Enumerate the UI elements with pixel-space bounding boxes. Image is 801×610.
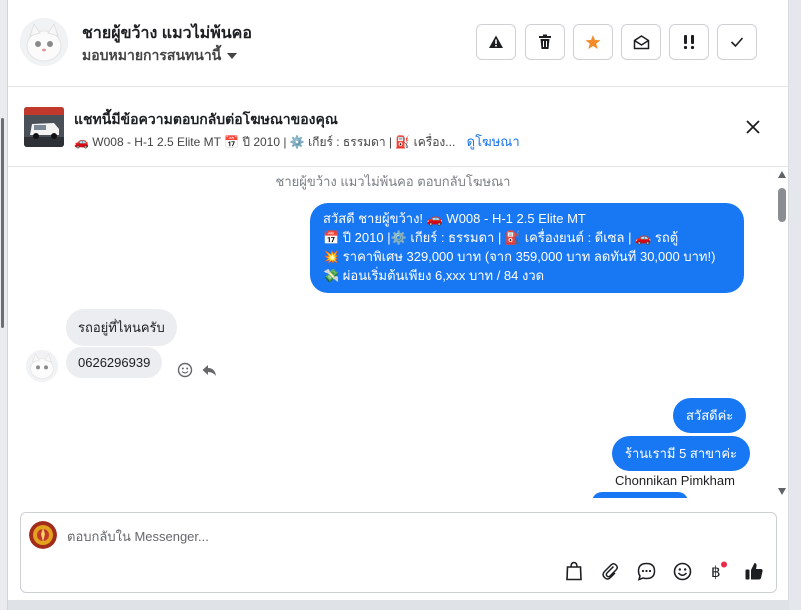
warning-button[interactable] [476,24,516,60]
warning-icon [489,35,503,48]
chat-scrollbar[interactable] [776,168,788,498]
baht-icon: ฿ [711,561,727,581]
saved-reply-button[interactable] [635,560,657,582]
attachment-icon [602,563,618,580]
delete-button[interactable] [525,24,565,60]
star-button[interactable] [573,24,613,60]
payment-button[interactable]: ฿ [707,560,729,582]
checkmark-icon [730,37,744,48]
contact-avatar[interactable] [20,18,68,66]
ad-subtitle-text: 🚗 W008 - H-1 2.5 Elite MT 📅 ปี 2010 | ⚙️… [74,135,456,149]
like-button[interactable] [743,560,765,582]
close-icon [746,120,760,134]
outgoing-message[interactable]: สวัสดีค่ะ [673,398,747,433]
conversation-panel: ชายผู้ขว้าง แมวไม่พ้นคอ มอบหมายการสนทนาน… [8,0,789,600]
mark-unread-button[interactable] [621,24,661,60]
double-exclamation-icon [683,35,695,50]
reply-input[interactable] [67,525,667,547]
left-scrollbar[interactable] [1,118,4,328]
reply-arrow-icon[interactable] [201,362,217,378]
message-line: 💸 ผ่อนเริ่มต้นเพียง 6,xxx บาท / 84 งวด [323,268,545,283]
incoming-message[interactable]: รถอยู่ที่ไหนครับ [66,309,177,346]
emoji-icon [673,562,691,580]
ad-reply-banner: แชทนี้มีข้อความตอบกลับต่อโฆษณาของคุณ 🚗 W… [8,88,789,167]
shopping-bag-icon [566,561,582,581]
svg-text:฿: ฿ [711,563,721,581]
trash-icon [539,34,551,49]
assign-label: มอบหมายการสนทนานี้ [82,47,222,63]
message-thread: ชายผู้ขว้าง แมวไม่พ้นคอ ตอบกลับโฆษณา สวั… [8,168,789,498]
important-button[interactable] [669,24,709,60]
conversation-header: ชายผู้ขว้าง แมวไม่พ้นคอ มอบหมายการสนทนาน… [8,0,789,87]
system-message: ชายผู้ขว้าง แมวไม่พ้นคอ ตอบกลับโฆษณา [275,174,511,189]
message-line: 📅 ปี 2010 |⚙️ เกียร์ : ธรรมดา | ⛽ เครื่อ… [323,230,679,245]
message-composer: ฿ [20,512,777,593]
left-edge [0,0,8,610]
sender-name: Chonnikan Pimkham [615,473,735,488]
ad-banner-subtitle: 🚗 W008 - H-1 2.5 Elite MT 📅 ปี 2010 | ⚙️… [74,131,520,152]
page-avatar [29,521,57,549]
close-banner-button[interactable] [744,118,762,136]
attachment-button[interactable] [599,560,621,582]
ad-thumbnail[interactable] [24,107,64,147]
contact-avatar-small[interactable] [26,350,58,382]
like-icon [745,563,763,580]
right-edge [789,0,801,610]
chat-bubble-icon [637,562,655,581]
outgoing-ad-message[interactable]: สวัสดี ชายผู้ขว้าง! 🚗 W008 - H-1 2.5 Eli… [310,203,744,293]
emoji-button[interactable] [671,560,693,582]
shopping-bag-button[interactable] [563,560,585,582]
outgoing-message-partial[interactable] [592,492,688,498]
envelope-open-icon [633,35,649,50]
view-ad-link[interactable]: ดูโฆษณา [467,134,520,149]
ad-banner-title: แชทนี้มีข้อความตอบกลับต่อโฆษณาของคุณ [74,111,338,127]
assign-conversation-dropdown[interactable]: มอบหมายการสนทนานี้ [82,45,238,67]
react-emoji-icon[interactable] [177,362,193,378]
message-line: 💥 ราคาพิเศษ 329,000 บาท (จาก 359,000 บาท… [323,249,716,264]
incoming-message[interactable]: 0626296939 [66,347,163,378]
message-line: สวัสดี ชายผู้ขว้าง! 🚗 W008 - H-1 2.5 Eli… [323,211,586,226]
done-button[interactable] [717,24,757,60]
star-icon [585,35,601,49]
contact-name: ชายผู้ขว้าง แมวไม่พ้นคอ [82,25,252,42]
outgoing-message[interactable]: ร้านเรามี 5 สาขาค่ะ [612,436,751,471]
chevron-down-icon [227,53,238,59]
